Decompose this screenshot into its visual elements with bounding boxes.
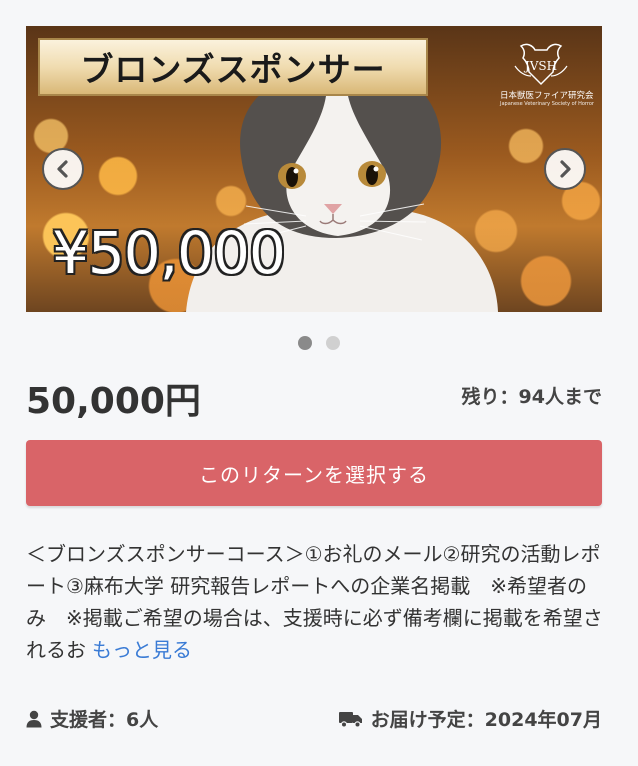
reward-image-carousel[interactable]: ブロンズスポンサー JVSH 日本獣医ファイア研究会 Japanese Vete… bbox=[26, 26, 602, 312]
reward-price: 50,000円 bbox=[26, 381, 201, 422]
user-icon bbox=[26, 710, 42, 727]
truck-icon bbox=[338, 711, 362, 728]
supporters-count: 支援者：6人 bbox=[50, 709, 159, 731]
chevron-right-icon bbox=[560, 160, 571, 178]
carousel-next-button[interactable] bbox=[544, 148, 586, 190]
logo-subtitle: Japanese Veterinary Society of Horror bbox=[500, 101, 594, 107]
banner-title: ブロンズスポンサー bbox=[38, 38, 428, 96]
carousel-dot-2[interactable] bbox=[326, 336, 340, 350]
logo-org-name: 日本獣医ファイア研究会 bbox=[500, 91, 594, 101]
reward-description: ＜ブロンズスポンサーコース＞①お礼のメール②研究の活動レポート③麻布大学 研究報… bbox=[26, 538, 604, 666]
carousel-dot-1[interactable] bbox=[298, 336, 312, 350]
jvsh-logo: JVSH 日本獣医ファイア研究会 Japanese Veterinary Soc… bbox=[500, 40, 594, 122]
carousel-prev-button[interactable] bbox=[42, 148, 84, 190]
delivery-date: お届け予定：2024年07月 bbox=[370, 709, 602, 731]
logo-mark-text: JVSH bbox=[523, 59, 557, 73]
delivery-info: お届け予定：2024年07月 bbox=[338, 705, 602, 732]
banner-price: ¥50,000 bbox=[52, 219, 286, 287]
carousel-pagination bbox=[0, 336, 638, 350]
select-reward-button[interactable]: このリターンを選択する bbox=[26, 440, 602, 506]
supporters-info: 支援者：6人 bbox=[26, 705, 158, 732]
show-more-link[interactable]: もっと見る bbox=[92, 638, 192, 662]
chevron-left-icon bbox=[57, 160, 68, 178]
remaining-count: 残り：94人まで bbox=[461, 386, 602, 408]
